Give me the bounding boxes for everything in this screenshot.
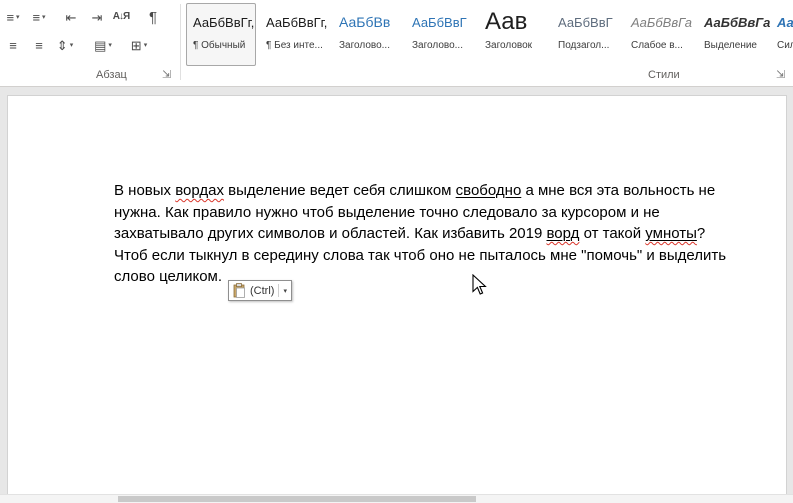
text-line: нужна. Как правило нужно чтоб выделение … [114, 203, 660, 221]
text-line: захватывало других символов и областей. … [114, 225, 706, 242]
style-intense-emphasis[interactable]: АаБбВвГ Сильное... [770, 3, 793, 66]
chevron-down-icon: ▾ [42, 14, 46, 21]
text-line: слово целиком. [114, 268, 223, 285]
bullets-icon: ≡ [6, 9, 15, 25]
numbering-button[interactable]: ≡ ▾ [28, 6, 50, 28]
styles-group-label: Стили [648, 69, 680, 81]
underlined-word: умноты [645, 225, 697, 242]
numbering-icon: ≡ [32, 9, 41, 25]
page[interactable]: В новых вордах выделение ведет себя слиш… [7, 95, 787, 503]
horizontal-scrollbar[interactable] [0, 494, 793, 503]
style-subtitle[interactable]: АаБбВвГ Подзагол... [551, 3, 621, 66]
chevron-down-icon: ▾ [108, 42, 112, 49]
style-heading2[interactable]: АаБбВвГ Заголово... [405, 3, 475, 66]
align-justify-button[interactable]: ≡ [28, 34, 50, 56]
paragraph-group-label: Абзац [96, 69, 127, 81]
shading-button[interactable]: ▤ ▾ [92, 34, 114, 56]
word-window: ≡ ▾ ≡ ▾ ⇤ ⇥ А↓Я ¶ ≡ ≡ ⇕ ▾ ▤ ▾ ⊞ ▾ Абзац … [0, 0, 793, 503]
ribbon: ≡ ▾ ≡ ▾ ⇤ ⇥ А↓Я ¶ ≡ ≡ ⇕ ▾ ▤ ▾ ⊞ ▾ Абзац … [0, 0, 793, 87]
chevron-down-icon: ▾ [16, 14, 20, 21]
group-separator [180, 4, 181, 80]
pilcrow-icon: ¶ [148, 8, 158, 26]
styles-gallery: АаБбВвГг, ¶ Обычный АаБбВвГг, ¶ Без инте… [186, 3, 793, 66]
clipboard-icon [233, 283, 245, 298]
align-justify-icon: ≡ [35, 37, 43, 53]
paste-options-label: (Ctrl) [250, 284, 275, 297]
mouse-cursor [472, 274, 487, 295]
style-emphasis[interactable]: АаБбВвГа Выделение [697, 3, 770, 66]
styles-dialog-launcher-icon[interactable]: ⇲ [776, 68, 785, 81]
style-normal[interactable]: АаБбВвГг, ¶ Обычный [186, 3, 256, 66]
align-left-button[interactable]: ≡ [2, 34, 24, 56]
document-area: В новых вордах выделение ведет себя слиш… [0, 87, 793, 503]
text-line: Чтоб если тыкнул в середину слова так чт… [114, 246, 727, 264]
line-spacing-button[interactable]: ⇕ ▾ [54, 34, 76, 56]
indent-decrease-button[interactable]: ⇤ [60, 6, 82, 28]
style-no-spacing[interactable]: АаБбВвГг, ¶ Без инте... [259, 3, 329, 66]
sort-icon: А↓Я [112, 11, 130, 22]
divider [278, 284, 280, 297]
horizontal-scrollbar-thumb[interactable] [118, 496, 476, 502]
paragraph[interactable]: В новых вордах выделение ведет себя слиш… [114, 180, 726, 288]
show-formatting-marks-button[interactable]: ¶ [142, 6, 164, 28]
underlined-word: ворд [547, 225, 580, 242]
shading-icon: ▤ [94, 37, 107, 53]
borders-icon: ⊞ [130, 37, 142, 53]
style-heading1[interactable]: АаБбВв Заголово... [332, 3, 402, 66]
misspelled-word: ворд [546, 225, 580, 242]
indent-increase-icon: ⇥ [91, 9, 103, 25]
align-left-icon: ≡ [9, 37, 17, 53]
borders-button[interactable]: ⊞ ▾ [128, 34, 150, 56]
style-subtle-emphasis[interactable]: АаБбВвГа Слабое в... [624, 3, 694, 66]
paste-options-button[interactable]: (Ctrl) ▾ [228, 280, 292, 301]
indent-increase-button[interactable]: ⇥ [86, 6, 108, 28]
style-title[interactable]: Аав Заголовок [478, 3, 548, 66]
paragraph-dialog-launcher-icon[interactable]: ⇲ [162, 68, 171, 81]
text-line: В новых вордах выделение ведет себя слиш… [114, 182, 716, 199]
sort-button[interactable]: А↓Я [110, 6, 132, 28]
line-spacing-icon: ⇕ [56, 37, 68, 53]
underlined-word: свободно [455, 182, 522, 199]
chevron-down-icon: ▾ [69, 42, 74, 49]
indent-decrease-icon: ⇤ [65, 9, 77, 25]
chevron-down-icon: ▾ [143, 42, 148, 49]
chevron-down-icon[interactable]: ▾ [283, 287, 287, 295]
misspelled-word: вордах [175, 182, 224, 199]
bullets-button[interactable]: ≡ ▾ [2, 6, 24, 28]
misspelled-word: умноты [645, 225, 697, 242]
